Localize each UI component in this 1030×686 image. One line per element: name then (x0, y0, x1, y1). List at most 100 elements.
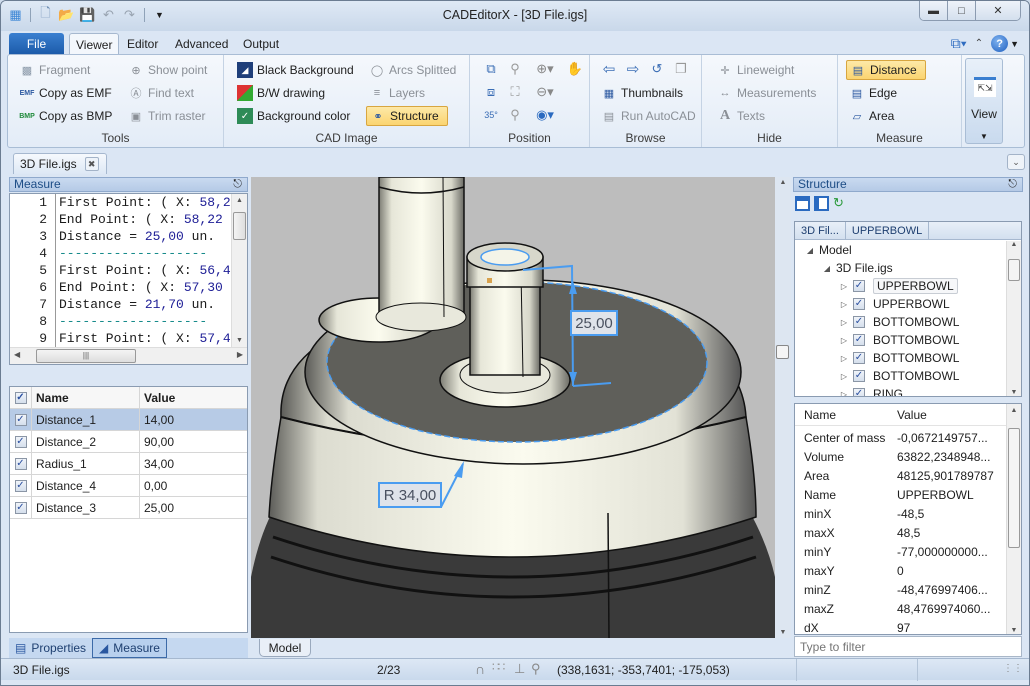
tree-node[interactable]: ◢ Model (795, 241, 1021, 259)
back-arrow-icon[interactable]: ⇦ (600, 60, 618, 78)
tree-node[interactable]: ▷ ✓ UPPERBOWL (795, 277, 1021, 295)
property-row[interactable]: maxZ 48,4769974060... (795, 599, 1021, 618)
grid-icon[interactable]: ∷∷ (492, 660, 505, 674)
close-button[interactable]: ✕ (976, 1, 1020, 20)
grid-row[interactable]: ✓ Distance_4 0,00 (10, 475, 247, 497)
tab-editor[interactable]: Editor (121, 33, 164, 55)
property-row[interactable]: maxY 0 (795, 561, 1021, 580)
property-row[interactable]: minX -48,5 (795, 504, 1021, 523)
tab-advanced[interactable]: Advanced (169, 33, 234, 55)
scroll-down-icon[interactable]: ▼ (232, 334, 247, 348)
pin-icon[interactable]: ⎋ (233, 178, 242, 191)
scroll-up-icon[interactable]: ▲ (232, 194, 247, 208)
collapsed-arrow-icon[interactable]: ▷ (839, 354, 849, 363)
find-text-button[interactable]: Ⓐ Find text (125, 83, 197, 103)
properties-scrollbar[interactable]: ▲ ▼ (1006, 404, 1021, 634)
copy-view-icon[interactable]: ⧉ (482, 60, 500, 78)
measurement-value[interactable]: 0,00 (140, 475, 247, 496)
property-row[interactable]: Volume 63822,2348948... (795, 447, 1021, 466)
collapsed-arrow-icon[interactable]: ▷ (839, 372, 849, 381)
texts-button[interactable]: A Texts (714, 106, 768, 126)
measurement-value[interactable]: 14,00 (140, 409, 247, 430)
window-switch-icon[interactable]: ⧉▾ (951, 35, 967, 52)
black-background-button[interactable]: ◢ Black Background (234, 60, 357, 80)
trim-raster-button[interactable]: ▣ Trim raster (125, 106, 209, 126)
tab-measure[interactable]: ◢ Measure (92, 638, 167, 658)
scroll-down-icon[interactable]: ▼ (1007, 389, 1021, 396)
collapsed-arrow-icon[interactable]: ▷ (839, 390, 849, 397)
collapsed-arrow-icon[interactable]: ▷ (839, 336, 849, 345)
scroll-thumb[interactable] (1008, 428, 1020, 548)
scroll-left-icon[interactable]: ◀ (14, 350, 20, 359)
measure-log[interactable]: 12345678910 First Point: ( X: 58,2End Po… (9, 193, 248, 365)
model-layout-tab[interactable]: Model (259, 639, 311, 657)
pan-hand-icon[interactable]: ✋ (566, 60, 584, 78)
orbit-icon[interactable]: ◉▾ (532, 106, 558, 124)
area-button[interactable]: ▱ Area (846, 106, 897, 126)
page-icon[interactable]: ❐ (672, 60, 690, 78)
copy-as-bmp-button[interactable]: BMP Copy as BMP (16, 106, 115, 126)
lineweight-button[interactable]: ✛ Lineweight (714, 60, 797, 80)
column-header-value[interactable]: Value (897, 408, 1021, 422)
copy-as-emf-button[interactable]: EMF Copy as EMF (16, 83, 115, 103)
collapsed-arrow-icon[interactable]: ▷ (839, 318, 849, 327)
expanded-arrow-icon[interactable]: ◢ (805, 246, 815, 255)
property-row[interactable]: minZ -48,476997406... (795, 580, 1021, 599)
bw-drawing-button[interactable]: B/W drawing (234, 83, 328, 103)
close-tab-icon[interactable]: ✖ (84, 157, 99, 171)
node-checkbox[interactable]: ✓ (853, 352, 865, 364)
column-header-value[interactable]: Value (140, 387, 247, 408)
arcs-splitted-button[interactable]: ◯ Arcs Splitted (366, 60, 459, 80)
scroll-thumb[interactable]: ||| (36, 349, 136, 363)
help-button[interactable]: ? ▼ (991, 35, 1019, 52)
scroll-down-icon[interactable]: ▼ (775, 629, 791, 636)
cad-viewport[interactable]: 25,00 R 34,00 (251, 177, 775, 638)
zoom-previous-icon[interactable]: ⚲ (506, 106, 524, 124)
run-autocad-button[interactable]: ▤ Run AutoCAD (598, 106, 699, 126)
forward-arrow-icon[interactable]: ⇨ (624, 60, 642, 78)
scroll-right-icon[interactable]: ▶ (237, 350, 243, 359)
node-checkbox[interactable]: ✓ (853, 388, 865, 396)
scroll-up-icon[interactable]: ▲ (1007, 241, 1021, 248)
horizontal-scrollbar[interactable]: ◀ ||| ▶ (10, 347, 247, 364)
fragment-button[interactable]: ▩ Fragment (16, 60, 93, 80)
scroll-up-icon[interactable]: ▲ (775, 179, 791, 186)
scroll-thumb[interactable] (776, 345, 789, 359)
tab-properties[interactable]: ▤ Properties (9, 638, 92, 658)
property-row[interactable]: minY -77,000000000... (795, 542, 1021, 561)
row-checkbox[interactable]: ✓ (14, 435, 27, 448)
vertical-split-icon[interactable] (814, 195, 829, 211)
tree-node[interactable]: ▷ ✓ BOTTOMBOWL (795, 313, 1021, 331)
property-row[interactable]: Area 48125,901789787 (795, 466, 1021, 485)
column-header-name[interactable]: Name (795, 408, 897, 422)
node-checkbox[interactable]: ✓ (853, 280, 865, 292)
property-row[interactable]: Name UPPERBOWL (795, 485, 1021, 504)
grid-row[interactable]: ✓ Distance_1 14,00 (10, 409, 247, 431)
reload-icon[interactable]: ↺ (648, 60, 666, 78)
tree-node[interactable]: ▷ ✓ RING (795, 385, 1021, 397)
row-checkbox[interactable]: ✓ (14, 501, 27, 514)
grid-row[interactable]: ✓ Distance_2 90,00 (10, 431, 247, 453)
measurements-button[interactable]: ↔ Measurements (714, 83, 819, 103)
collapsed-arrow-icon[interactable]: ▷ (839, 282, 849, 291)
tree-node[interactable]: ▷ ✓ BOTTOMBOWL (795, 367, 1021, 385)
node-checkbox[interactable]: ✓ (853, 370, 865, 382)
select-all-checkbox[interactable]: ✓ (14, 391, 27, 404)
tab-viewer[interactable]: Viewer (69, 33, 120, 55)
polar-tracking-icon[interactable]: ⚲ (531, 661, 541, 677)
zoom-in-icon[interactable]: ⊕▾ (532, 60, 558, 78)
zoom-extents-icon[interactable]: ⛶ (506, 83, 524, 101)
tree-node[interactable]: ▷ ✓ UPPERBOWL (795, 295, 1021, 313)
document-tab[interactable]: 3D File.igs ✖ (13, 153, 107, 174)
zoom-out-icon[interactable]: ⊖▾ (532, 83, 558, 101)
tree-node[interactable]: ▷ ✓ BOTTOMBOWL (795, 349, 1021, 367)
show-point-button[interactable]: ⊕ Show point (125, 60, 210, 80)
property-row[interactable]: maxX 48,5 (795, 523, 1021, 542)
tree-node[interactable]: ▷ ✓ BOTTOMBOWL (795, 331, 1021, 349)
file-tab[interactable]: File (9, 33, 64, 55)
row-checkbox[interactable]: ✓ (14, 457, 27, 470)
measurement-value[interactable]: 25,00 (140, 497, 247, 518)
measurement-value[interactable]: 34,00 (140, 453, 247, 474)
breadcrumb-item[interactable]: UPPERBOWL (846, 222, 930, 239)
column-header-name[interactable]: Name (32, 387, 140, 408)
